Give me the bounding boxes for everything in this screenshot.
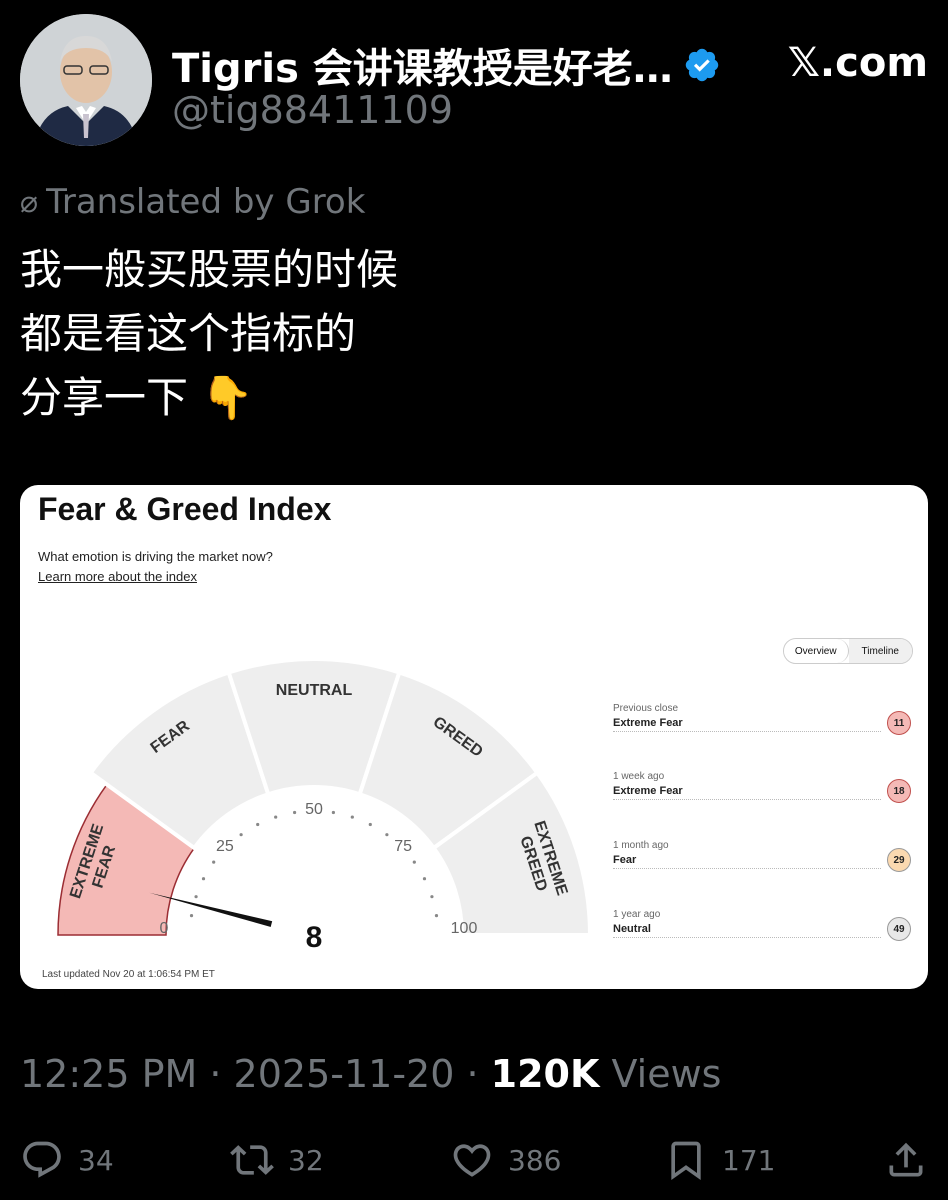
action-bar: 34 32 386 171 [20, 1138, 928, 1186]
translated-label: Translated by Grok [46, 182, 366, 222]
history-label: Neutral [613, 923, 881, 938]
bookmark-button[interactable]: 171 [664, 1138, 775, 1182]
bookmark-count: 171 [722, 1143, 776, 1177]
tab-timeline: Timeline [848, 639, 912, 663]
repost-button[interactable]: 32 [230, 1138, 324, 1182]
history-label: Fear [613, 854, 881, 869]
gauge-tick-label: 0 [160, 920, 169, 937]
views-count: 120K [490, 1052, 600, 1096]
gauge-tick-dot [430, 895, 434, 899]
history-row: 1 week ago Extreme Fear 18 [613, 771, 911, 803]
gauge-tick-dot [274, 815, 278, 819]
author-name[interactable]: Tigris 会讲课教授是好老… [172, 36, 673, 94]
history-score-badge: 29 [887, 848, 911, 872]
gauge-tick-label: 100 [451, 920, 478, 937]
gauge-tick-dot [422, 877, 427, 881]
repost-count: 32 [288, 1143, 324, 1177]
gauge-tick-dot [256, 822, 260, 827]
gauge-value: 8 [306, 921, 323, 954]
like-count: 386 [508, 1143, 562, 1177]
heart-icon [453, 1144, 491, 1177]
gauge-tick-dot [189, 914, 194, 918]
gauge-tick-label: 50 [305, 801, 323, 818]
bookmark-icon [671, 1141, 701, 1181]
history-when: 1 month ago [613, 840, 669, 851]
card-title: Fear & Greed Index [38, 491, 332, 527]
author-handle[interactable]: @tig88411109 [172, 88, 453, 132]
views-label: Views [599, 1052, 722, 1096]
tab-overview: Overview [784, 639, 849, 663]
tweet-line: 都是看这个指标的 [20, 309, 357, 358]
like-button[interactable]: 386 [450, 1138, 561, 1182]
tweet-line: 分享一下 👇 [20, 373, 254, 422]
fear-greed-card-image[interactable]: Fear & Greed Index What emotion is drivi… [20, 485, 928, 989]
tweet-time[interactable]: 12:25 PM [20, 1052, 197, 1096]
translated-by-grok[interactable]: ⌀ Translated by Grok [20, 182, 365, 222]
gauge-tick-label: 75 [394, 838, 412, 855]
history-score-badge: 11 [887, 711, 911, 735]
gauge-tick-dot [434, 914, 439, 918]
author-name-row[interactable]: Tigris 会讲课教授是好老… [172, 36, 721, 94]
share-button[interactable] [884, 1138, 942, 1182]
history-when: 1 year ago [613, 909, 661, 920]
tweet-line: 我一般买股票的时候 [20, 245, 399, 294]
history-when: 1 week ago [613, 771, 665, 782]
gauge-tick-dot [201, 877, 206, 881]
gauge-tick-dot [368, 822, 372, 827]
repost-icon [230, 1145, 274, 1175]
history-when: Previous close [613, 703, 679, 714]
gauge-tick-label: 25 [216, 838, 234, 855]
last-updated: Last updated Nov 20 at 1:06:54 PM ET [42, 969, 215, 980]
gauge-tick-dot [194, 895, 198, 899]
history-label: Extreme Fear [613, 785, 881, 800]
gauge-tick-dot [239, 833, 243, 837]
tweet-header: Tigris 会讲课教授是好老… @tig88411109 𝕏.com [20, 14, 928, 150]
tweet-text: 我一般买股票的时候 都是看这个指标的 分享一下 👇 [20, 238, 398, 430]
reply-count: 34 [78, 1143, 114, 1177]
gauge-tick-dot [385, 833, 389, 837]
meta-separator: · [454, 1052, 491, 1096]
zone-label: NEUTRAL [276, 682, 353, 699]
fear-greed-gauge: EXTREMEFEARFEARNEUTRALGREEDEXTREMEGREED0… [57, 657, 593, 965]
meta-separator: · [197, 1052, 234, 1096]
history-row: Previous close Extreme Fear 11 [613, 703, 911, 735]
reply-button[interactable]: 34 [20, 1138, 114, 1182]
share-icon [889, 1142, 923, 1177]
gauge-tick-dot [212, 860, 216, 864]
learn-more-link: Learn more about the index [38, 569, 197, 584]
tweet-date[interactable]: 2025-11-20 [234, 1052, 455, 1096]
history-row: 1 year ago Neutral 49 [613, 909, 911, 941]
avatar[interactable] [20, 14, 152, 146]
tweet-meta: 12:25 PM · 2025-11-20 · 120K Views [20, 1052, 721, 1096]
gauge-tick-dot [293, 810, 297, 815]
site-watermark: 𝕏.com [787, 40, 928, 86]
gauge-tick-dot [350, 815, 354, 819]
translate-icon: ⌀ [20, 184, 39, 220]
reply-icon [23, 1141, 61, 1178]
history-label: Extreme Fear [613, 717, 881, 732]
history-row: 1 month ago Fear 29 [613, 840, 911, 872]
gauge-tick-dot [412, 860, 416, 864]
gauge-tick-dot [331, 810, 335, 815]
view-toggle: Overview Timeline [783, 638, 913, 664]
history-score-badge: 49 [887, 917, 911, 941]
history-score-badge: 18 [887, 779, 911, 803]
card-subtitle: What emotion is driving the market now? [38, 549, 273, 564]
verified-badge-icon [685, 48, 719, 82]
